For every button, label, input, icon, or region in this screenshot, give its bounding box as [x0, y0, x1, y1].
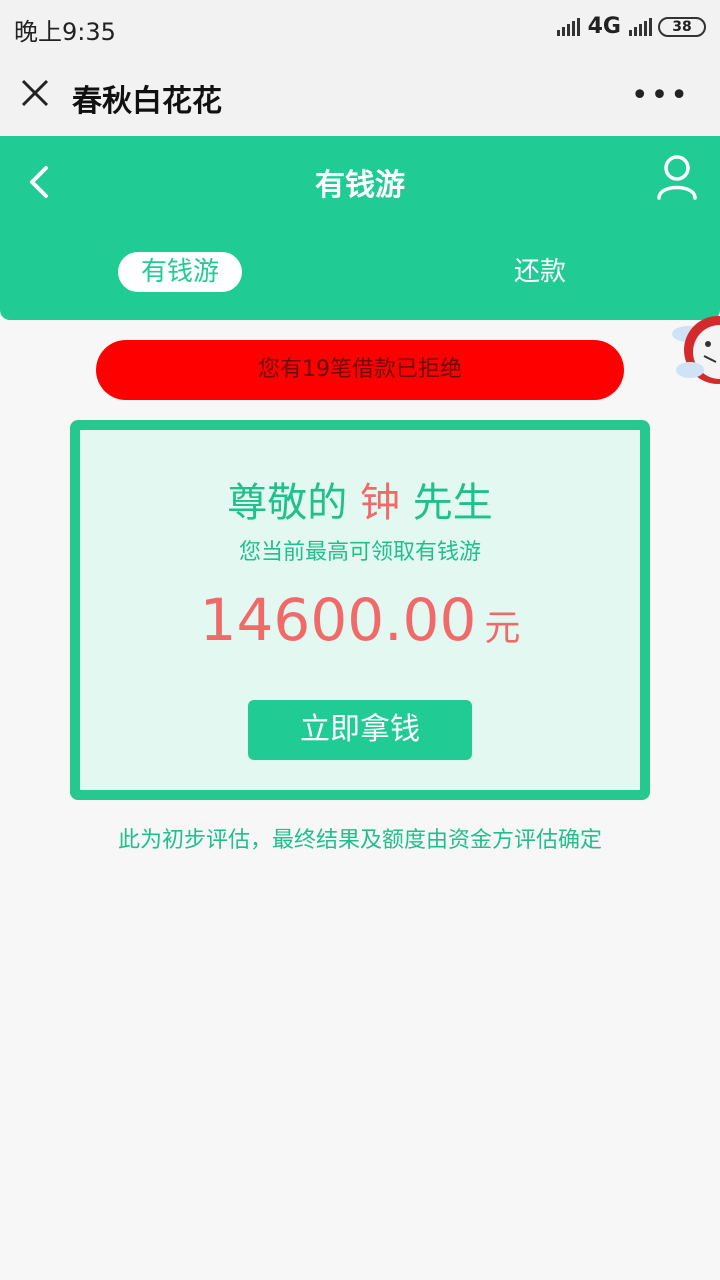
user-profile-icon[interactable]	[656, 154, 698, 200]
battery-icon: 38	[658, 16, 706, 37]
currency-unit: 元	[484, 608, 521, 649]
page-title: 有钱游	[315, 168, 405, 203]
more-options-icon[interactable]: •••	[631, 78, 690, 113]
credit-amount: 14600.00	[199, 586, 477, 654]
rejection-notice-banner: 您有19笔借款已拒绝	[96, 340, 624, 400]
amount-display: 14600.00 元	[80, 586, 640, 654]
tab-youqianyou[interactable]: 有钱游	[118, 252, 242, 292]
offer-subtitle: 您当前最高可领取有钱游	[238, 540, 481, 565]
network-type: 4G	[587, 14, 621, 39]
status-indicators: 4G 38	[556, 14, 706, 39]
signal-icon-2	[629, 17, 652, 36]
loan-offer-card: 尊敬的 钟 先生 您当前最高可领取有钱游 14600.00 元 立即拿钱	[70, 420, 650, 800]
status-bar: 晚上9:35 4G 38	[0, 0, 720, 52]
floating-mascot-icon[interactable]	[668, 292, 720, 402]
take-money-button[interactable]: 立即拿钱	[248, 700, 472, 760]
customer-surname: 钟	[360, 480, 400, 526]
greeting: 尊敬的 钟 先生	[80, 470, 640, 528]
greeting-suffix: 先生	[412, 480, 493, 526]
greeting-prefix: 尊敬的	[227, 480, 348, 526]
signal-icon	[556, 17, 580, 36]
disclaimer-text: 此为初步评估，最终结果及额度由资金方评估确定	[117, 828, 602, 853]
close-icon[interactable]	[18, 76, 52, 110]
app-title-bar: 春秋白花花 •••	[0, 52, 720, 136]
status-time: 晚上9:35	[14, 18, 116, 46]
tab-repay[interactable]: 还款	[480, 252, 600, 292]
page-header: 有钱游 有钱游 还款	[0, 136, 720, 320]
app-title: 春秋白花花	[72, 84, 222, 119]
